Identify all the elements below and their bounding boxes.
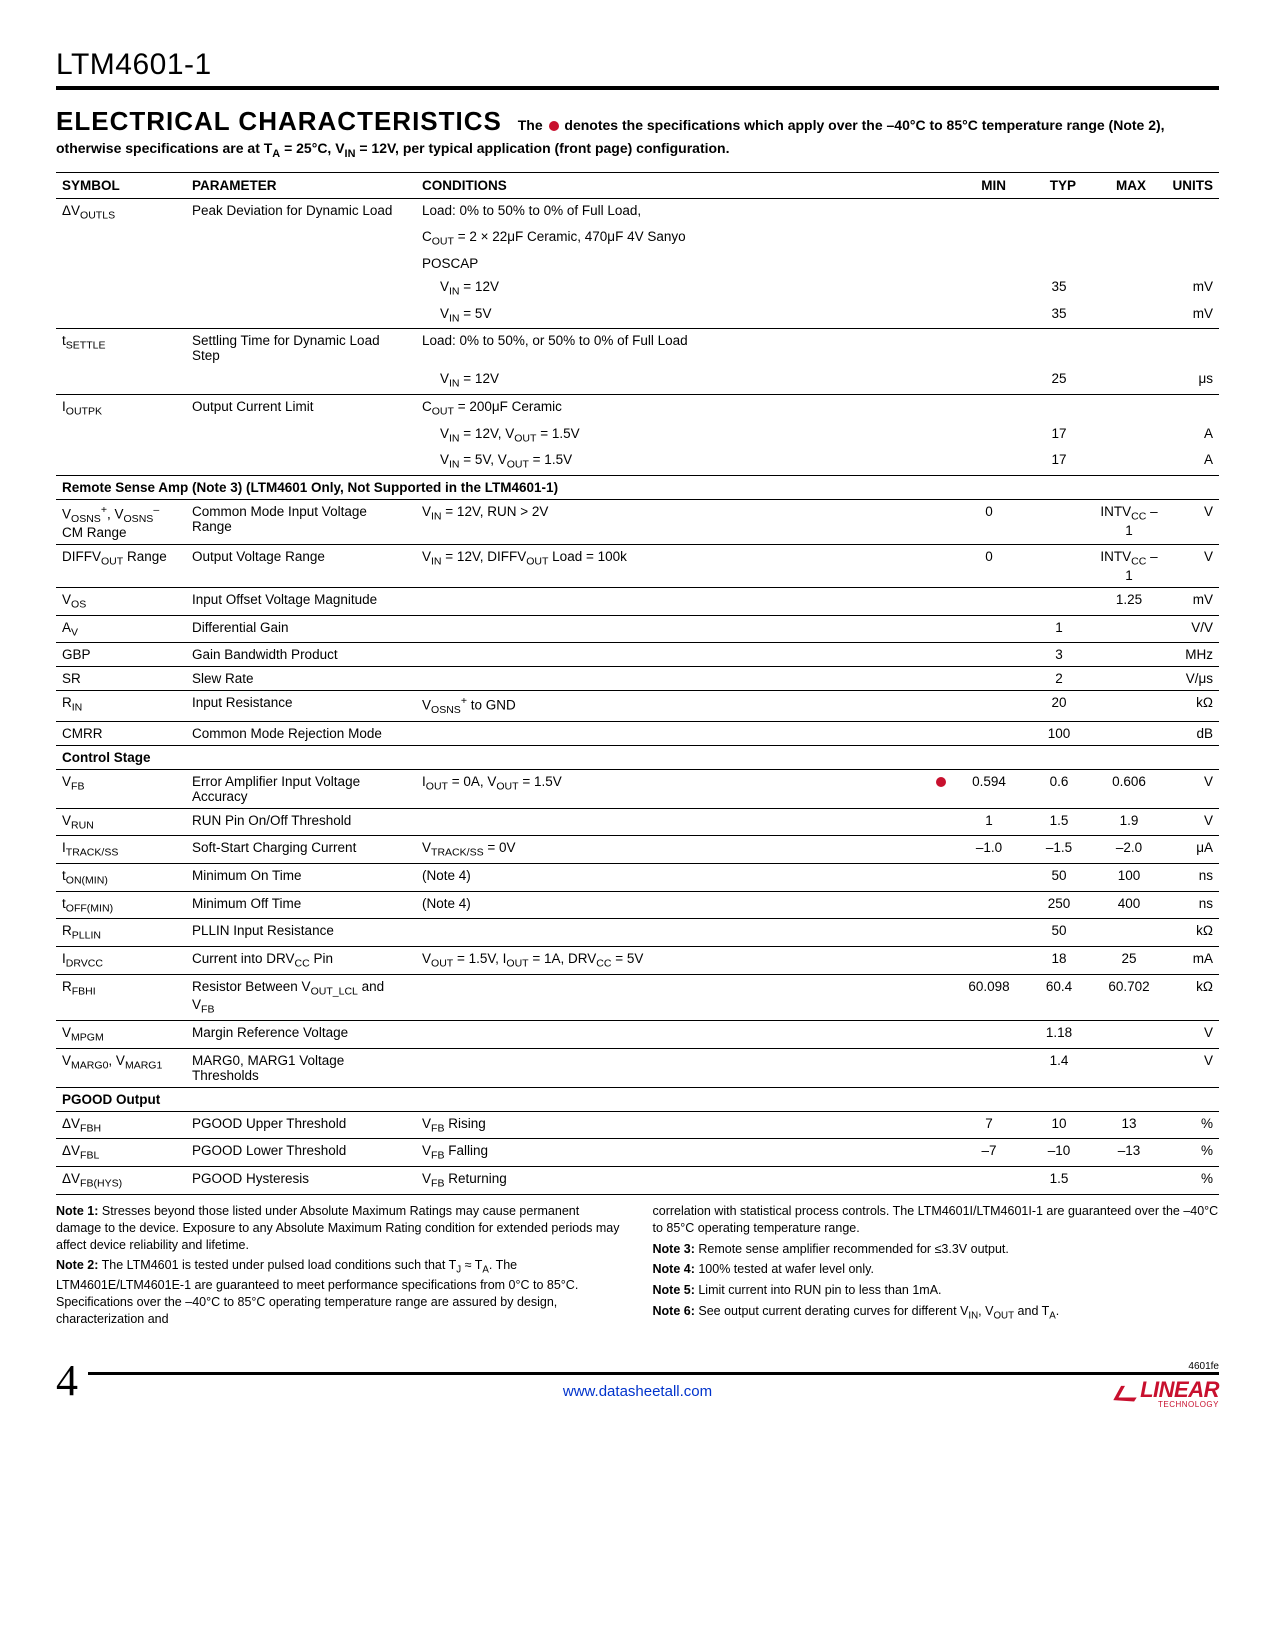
spec-table: SYMBOL PARAMETER CONDITIONS MIN TYP MAX … (56, 172, 1219, 1195)
part-number: LTM4601-1 (56, 48, 1219, 82)
table-row: ΔVOUTLS Peak Deviation for Dynamic Load … (56, 198, 1219, 225)
table-row: VIN = 12V, VOUT = 1.5V 17A (56, 422, 1219, 449)
table-row: COUT = 2 × 22μF Ceramic, 470μF 4V Sanyo (56, 225, 1219, 252)
th-symbol: SYMBOL (56, 172, 186, 198)
table-row: GBPGain Bandwidth Product 3MHz (56, 643, 1219, 667)
table-row: POSCAP (56, 252, 1219, 275)
lt-swoosh-icon (1112, 1382, 1138, 1404)
table-row: SRSlew Rate 2V/μs (56, 667, 1219, 691)
table-row: ΔVFBH PGOOD Upper Threshold VFB Rising 7… (56, 1111, 1219, 1139)
page-footer: 4601fe 4 www.datasheetall.com LINEAR TEC… (56, 1372, 1219, 1449)
th-conditions: CONDITIONS (416, 172, 928, 198)
table-row: ΔVFBL PGOOD Lower Threshold VFB Falling … (56, 1139, 1219, 1167)
table-row: VOS Input Offset Voltage Magnitude 1.25m… (56, 588, 1219, 616)
table-row: VRUN RUN Pin On/Off Threshold 11.51.9V (56, 808, 1219, 836)
linear-logo: LINEAR TECHNOLOGY (1098, 1377, 1219, 1409)
th-typ: TYP (1024, 172, 1094, 198)
th-units: UNITS (1164, 172, 1219, 198)
table-row: RPLLIN PLLIN Input Resistance 50kΩ (56, 919, 1219, 947)
table-row: DIFFVOUT Range Output Voltage Range VIN … (56, 545, 1219, 588)
temperature-dot-icon (549, 121, 559, 131)
table-row: VIN = 12V 35mV (56, 275, 1219, 302)
table-row: tON(MIN) Minimum On Time(Note 4) 50100ns (56, 863, 1219, 891)
section-header-block: ELECTRICAL CHARACTERISTICS The denotes t… (56, 104, 1219, 162)
table-row: VIN = 12V 25μs (56, 367, 1219, 394)
table-row: IDRVCC Current into DRVCC Pin VOUT = 1.5… (56, 947, 1219, 975)
section-title: ELECTRICAL CHARACTERISTICS (56, 106, 502, 136)
group-header-control-stage: Control Stage (56, 745, 1219, 769)
th-min: MIN (954, 172, 1024, 198)
table-row: VIN = 5V 35mV (56, 302, 1219, 329)
footer-url-link[interactable]: www.datasheetall.com (563, 1383, 712, 1400)
group-header-pgood: PGOOD Output (56, 1087, 1219, 1111)
notes-block: Note 1: Stresses beyond those listed und… (56, 1203, 1219, 1332)
table-row: RIN Input Resistance VOSNS+ to GND 20kΩ (56, 691, 1219, 721)
table-row: VFB Error Amplifier Input Voltage Accura… (56, 769, 1219, 808)
table-row: RFBHI Resistor Between VOUT_LCL and VFB … (56, 974, 1219, 1020)
th-marker (928, 172, 954, 198)
th-max: MAX (1094, 172, 1164, 198)
group-header-remote-sense: Remote Sense Amp (Note 3) (LTM4601 Only,… (56, 476, 1219, 500)
table-row: VMARG0, VMARG1 MARG0, MARG1 Voltage Thre… (56, 1048, 1219, 1087)
table-row: VIN = 5V, VOUT = 1.5V 17A (56, 448, 1219, 475)
table-row: CMRRCommon Mode Rejection Mode 100dB (56, 721, 1219, 745)
page-number: 4 (56, 1355, 88, 1406)
table-header-row: SYMBOL PARAMETER CONDITIONS MIN TYP MAX … (56, 172, 1219, 198)
header-rule (56, 86, 1219, 90)
table-row: VMPGM Margin Reference Voltage 1.18V (56, 1021, 1219, 1049)
revision-code: 4601fe (1188, 1361, 1219, 1372)
table-row: tOFF(MIN) Minimum Off Time(Note 4) 25040… (56, 891, 1219, 919)
table-row: ITRACK/SS Soft-Start Charging Current VT… (56, 836, 1219, 864)
table-row: VOSNS+, VOSNS–CM Range Common Mode Input… (56, 500, 1219, 545)
temperature-dot-icon (936, 777, 946, 787)
table-row: IOUTPK Output Current Limit COUT = 200μF… (56, 395, 1219, 422)
table-row: tSETTLE Settling Time for Dynamic Load S… (56, 329, 1219, 368)
th-parameter: PARAMETER (186, 172, 416, 198)
table-row: AV Differential Gain 1V/V (56, 615, 1219, 643)
table-row: ΔVFB(HYS) PGOOD Hysteresis VFB Returning… (56, 1167, 1219, 1195)
